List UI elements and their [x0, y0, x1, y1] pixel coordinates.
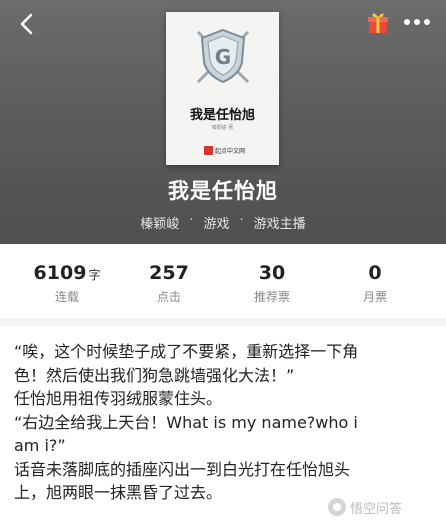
meta-separator: ·	[189, 213, 194, 228]
stat-recommend-votes: 30 推荐票	[222, 262, 322, 305]
stat-word-count: 6109 字 连载	[17, 262, 117, 305]
watermark-logo-icon	[328, 498, 346, 516]
stat-value: 30	[258, 262, 286, 284]
stat-label: 月票	[362, 290, 387, 304]
back-button[interactable]	[14, 10, 40, 38]
subgenre-tag[interactable]: 游戏主播	[254, 213, 306, 232]
gift-icon	[368, 13, 388, 33]
excerpt-line: 色！然后使出我们狗急跳墙强化大法！”	[14, 365, 295, 385]
watermark: 悟空问答	[328, 496, 402, 518]
excerpt-line: “右边全给我上天台！What is my name?who i	[14, 412, 358, 432]
book-meta: 榛颖峻 · 游戏 · 游戏主播	[0, 213, 446, 232]
book-cover[interactable]: G 我是任怡旭 榛颖峻 著 起点中文网	[166, 12, 279, 165]
more-dots-icon	[404, 19, 430, 25]
stat-value: 0	[368, 262, 382, 284]
svg-text:G: G	[215, 45, 231, 69]
gift-button[interactable]	[366, 11, 390, 35]
genre-tag[interactable]: 游戏	[203, 213, 229, 232]
stats-bar: 6109 字 连载 257 点击 30 推荐票 0 月票	[0, 244, 446, 318]
stat-value: 6109 字	[33, 262, 101, 284]
author-name[interactable]: 榛颖峻	[140, 213, 179, 232]
excerpt-line: am i?”	[14, 436, 66, 455]
stat-unit: 字	[88, 268, 101, 282]
stat-label: 点击	[156, 290, 181, 304]
cover-author: 榛颖峻 著	[211, 125, 234, 131]
excerpt-line: 话音未落脚底的插座闪出一到白光打在任怡旭头	[14, 459, 351, 479]
excerpt-line: “唉，这个时候垫子成了不要紧，重新选择一下角	[14, 342, 359, 361]
more-button[interactable]	[402, 14, 432, 30]
publisher-logo-icon	[204, 145, 213, 155]
cover-publisher: 起点中文网	[204, 145, 245, 155]
watermark-text: 悟空问答	[350, 501, 403, 517]
stat-label: 连载	[54, 290, 79, 304]
back-arrow-icon	[20, 13, 33, 35]
book-header: G 我是任怡旭 榛颖峻 著 起点中文网 我是任怡旭 榛颖峻 · 游戏 · 游戏主…	[0, 0, 446, 244]
book-title: 我是任怡旭	[168, 179, 278, 203]
stat-monthly-votes: 0 月票	[325, 262, 425, 305]
publisher-name: 起点中文网	[215, 147, 246, 155]
section-divider	[0, 318, 446, 326]
excerpt-line: 任怡旭用祖传羽绒服蒙住头。	[14, 389, 223, 408]
cover-title: 我是任怡旭	[189, 108, 255, 123]
meta-separator: ·	[239, 213, 244, 228]
stat-value: 257	[149, 262, 189, 284]
stat-label: 推荐票	[253, 290, 290, 304]
stat-clicks: 257 点击	[119, 262, 219, 305]
shield-emblem-icon: G	[196, 28, 250, 84]
book-excerpt: “唉，这个时候垫子成了不要紧，重新选择一下角 色！然后使出我们狗急跳墙强化大法！…	[14, 340, 434, 505]
